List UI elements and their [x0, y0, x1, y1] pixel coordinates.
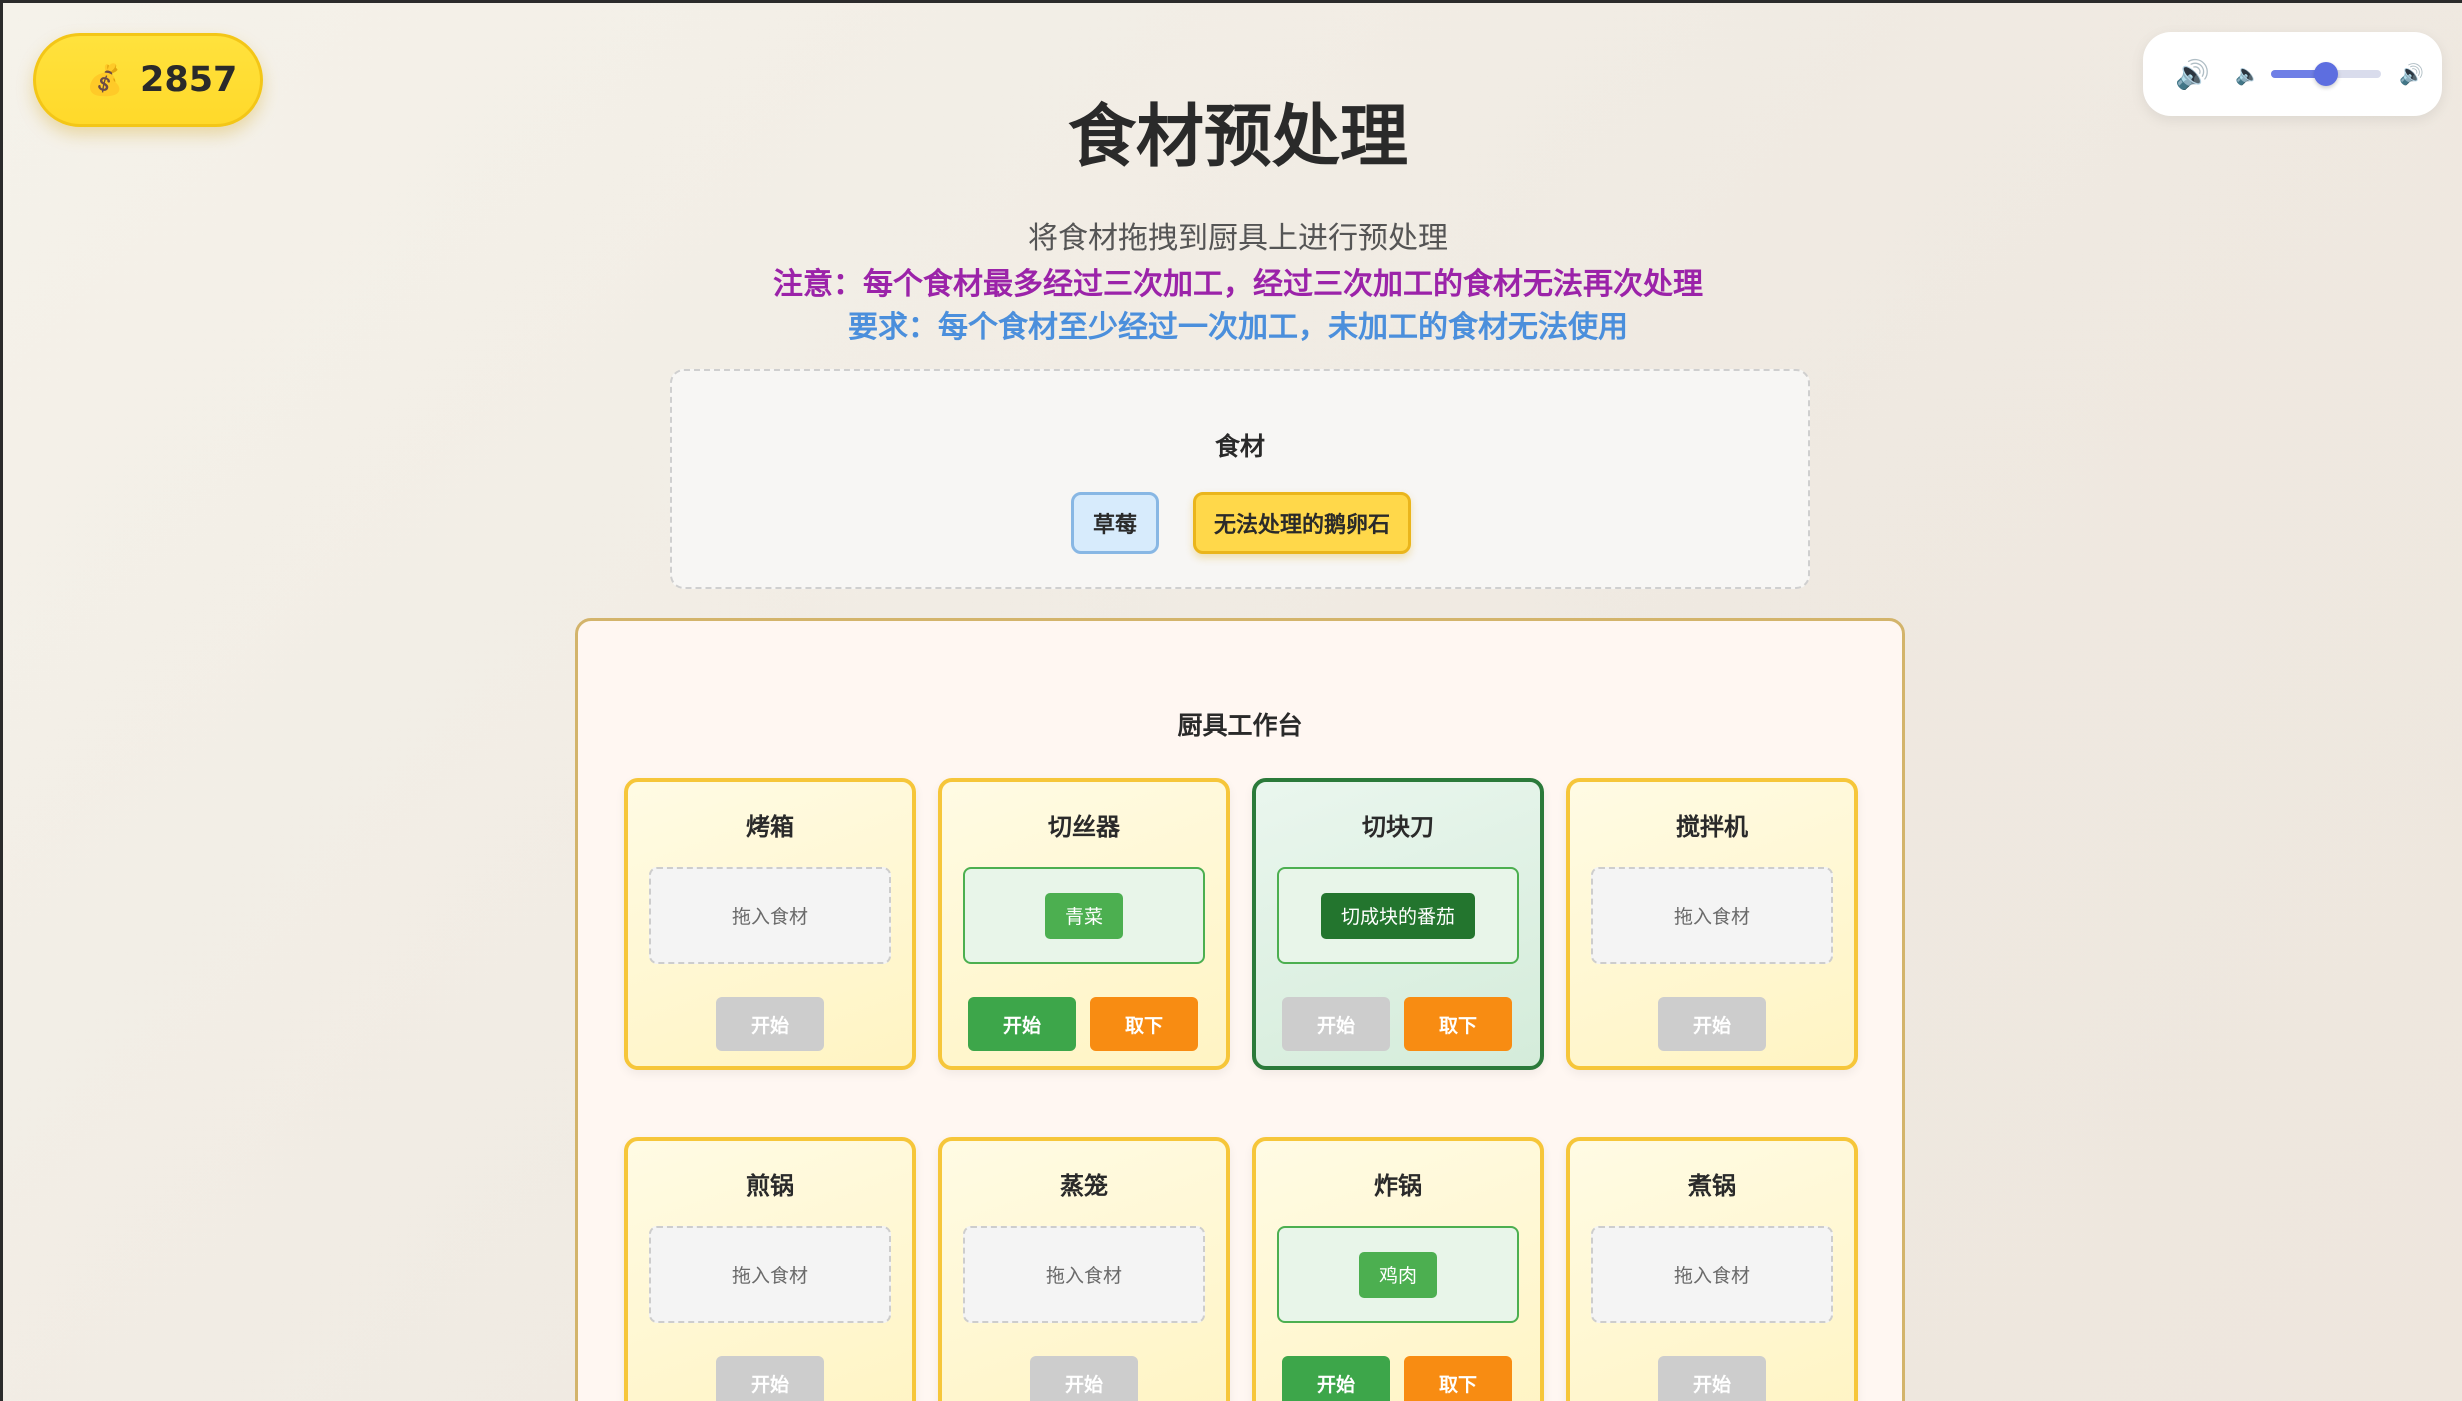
start-button[interactable]: 开始 — [716, 1356, 824, 1401]
placed-ingredient[interactable]: 青菜 — [1044, 892, 1123, 939]
ingredient-pebble[interactable]: 无法处理的鹅卵石 — [1193, 492, 1411, 554]
tool-name: 蒸笼 — [1060, 1172, 1108, 1200]
tool-name: 煎锅 — [746, 1172, 794, 1200]
start-button[interactable]: 开始 — [1282, 997, 1390, 1051]
start-button[interactable]: 开始 — [1658, 997, 1766, 1051]
page-subtitle: 将食材拖拽到厨具上进行预处理 — [1028, 221, 1448, 256]
drop-zone[interactable]: 拖入食材 — [649, 1226, 891, 1323]
tool-name: 搅拌机 — [1676, 813, 1748, 841]
drop-zone[interactable]: 鸡肉 — [1277, 1226, 1519, 1323]
workstation-title: 厨具工作台 — [1177, 711, 1303, 740]
placed-ingredient[interactable]: 鸡肉 — [1358, 1251, 1437, 1298]
start-button[interactable]: 开始 — [716, 997, 824, 1051]
tool-dicing-knife: 切块刀 切成块的番茄 开始 取下 — [1252, 778, 1544, 1070]
drop-zone[interactable]: 拖入食材 — [1591, 867, 1833, 964]
tool-deep-fryer: 炸锅 鸡肉 开始 取下 — [1252, 1137, 1544, 1401]
tool-name: 炸锅 — [1374, 1172, 1422, 1200]
tool-frying-pan: 煎锅 拖入食材 开始 — [624, 1137, 916, 1401]
drop-zone[interactable]: 拖入食材 — [963, 1226, 1205, 1323]
drop-zone[interactable]: 切成块的番茄 — [1277, 867, 1519, 964]
tool-pot: 煮锅 拖入食材 开始 — [1566, 1137, 1858, 1401]
tool-blender: 搅拌机 拖入食材 开始 — [1566, 778, 1858, 1070]
tool-name: 煮锅 — [1688, 1172, 1736, 1200]
tool-steamer: 蒸笼 拖入食材 开始 — [938, 1137, 1230, 1401]
start-button[interactable]: 开始 — [1030, 1356, 1138, 1401]
tool-oven: 烤箱 拖入食材 开始 — [624, 778, 916, 1070]
volume-slider[interactable] — [2271, 62, 2381, 86]
start-button[interactable]: 开始 — [1282, 1356, 1390, 1401]
page-title: 食材预处理 — [1067, 97, 1408, 177]
ingredient-tray: 食材 草莓 无法处理的鹅卵石 — [670, 369, 1810, 589]
placed-ingredient[interactable]: 切成块的番茄 — [1320, 892, 1475, 939]
tool-name: 切块刀 — [1362, 813, 1434, 841]
ingredient-strawberry[interactable]: 草莓 — [1071, 492, 1159, 554]
tool-shredder: 切丝器 青菜 开始 取下 — [938, 778, 1230, 1070]
start-button[interactable]: 开始 — [968, 997, 1076, 1051]
processing-note: 注意：每个食材最多经过三次加工，经过三次加工的食材无法再次处理 — [773, 267, 1703, 302]
kitchen-workstation: 厨具工作台 烤箱 拖入食材 开始 切丝器 青菜 开始 取下 切块刀 切成块的番茄… — [575, 618, 1905, 1401]
drop-zone[interactable]: 青菜 — [963, 867, 1205, 964]
start-button[interactable]: 开始 — [1658, 1356, 1766, 1401]
tool-name: 烤箱 — [746, 813, 794, 841]
remove-button[interactable]: 取下 — [1404, 997, 1512, 1051]
remove-button[interactable]: 取下 — [1090, 997, 1198, 1051]
remove-button[interactable]: 取下 — [1404, 1356, 1512, 1401]
drop-zone[interactable]: 拖入食材 — [1591, 1226, 1833, 1323]
drop-zone[interactable]: 拖入食材 — [649, 867, 891, 964]
processing-requirement: 要求：每个食材至少经过一次加工，未加工的食材无法使用 — [848, 310, 1628, 345]
tool-name: 切丝器 — [1048, 813, 1120, 841]
ingredient-tray-title: 食材 — [1214, 432, 1265, 461]
